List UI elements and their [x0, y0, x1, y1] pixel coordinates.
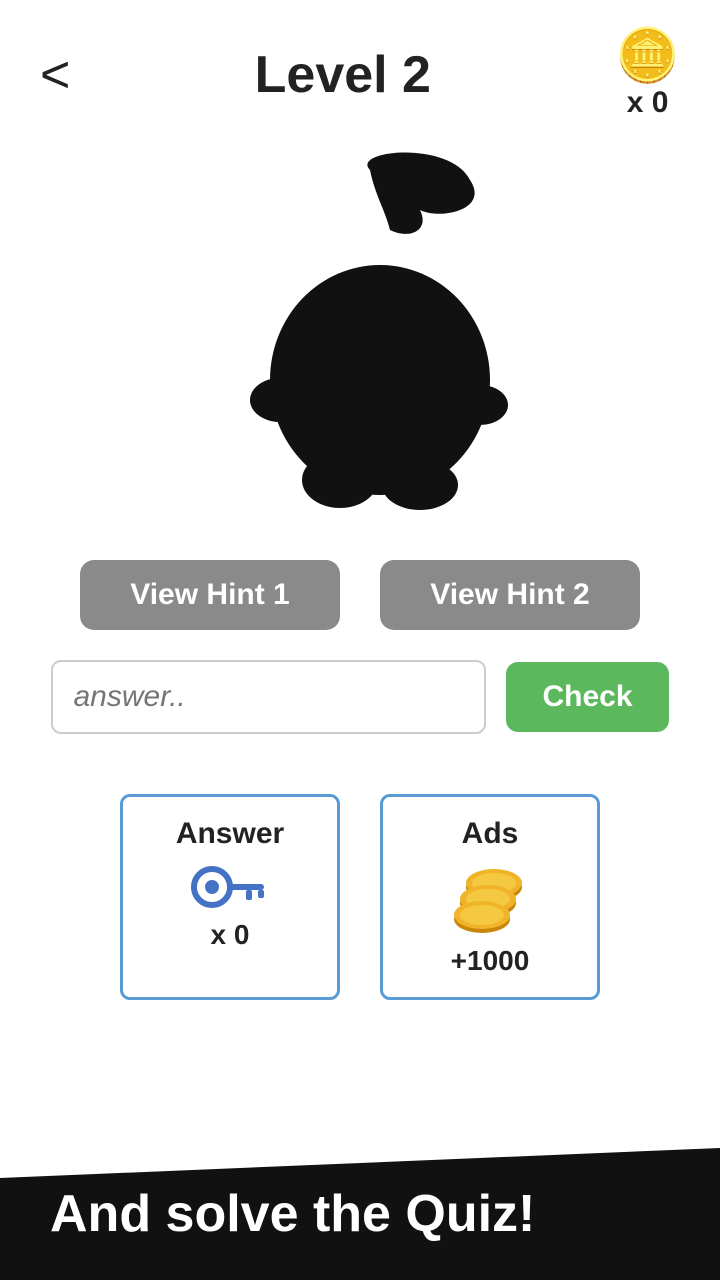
ads-card-label: Ads — [462, 817, 519, 851]
silhouette-area — [0, 130, 720, 560]
pokemon-silhouette — [190, 150, 530, 530]
bottom-banner: And solve the Quiz! — [0, 1148, 720, 1280]
ads-card-value: +1000 — [451, 945, 530, 977]
back-button[interactable]: < — [40, 49, 70, 101]
check-button[interactable]: Check — [506, 662, 668, 732]
view-hint-2-button[interactable]: View Hint 2 — [380, 560, 640, 630]
coins-icon: 🪙 — [615, 30, 680, 82]
answer-input[interactable] — [51, 660, 486, 734]
header: < Level 2 🪙 x 0 — [0, 0, 720, 130]
bottom-banner-text: And solve the Quiz! — [50, 1185, 535, 1243]
view-hint-1-button[interactable]: View Hint 1 — [80, 560, 340, 630]
powerup-cards-row: Answer x 0 Ads — [0, 774, 720, 1030]
answer-powerup-card[interactable]: Answer x 0 — [120, 794, 340, 1000]
hint-buttons-row: View Hint 1 View Hint 2 — [0, 560, 720, 630]
answer-row: Check — [0, 660, 720, 734]
key-icon — [190, 865, 270, 909]
level-title: Level 2 — [255, 45, 431, 105]
ads-powerup-card[interactable]: Ads +1000 — [380, 794, 600, 1000]
answer-card-value: x 0 — [211, 919, 250, 951]
coins-count: x 0 — [627, 86, 669, 120]
coins-display: 🪙 x 0 — [615, 30, 680, 120]
coins-stack-icon — [450, 865, 530, 935]
answer-card-label: Answer — [176, 817, 284, 851]
